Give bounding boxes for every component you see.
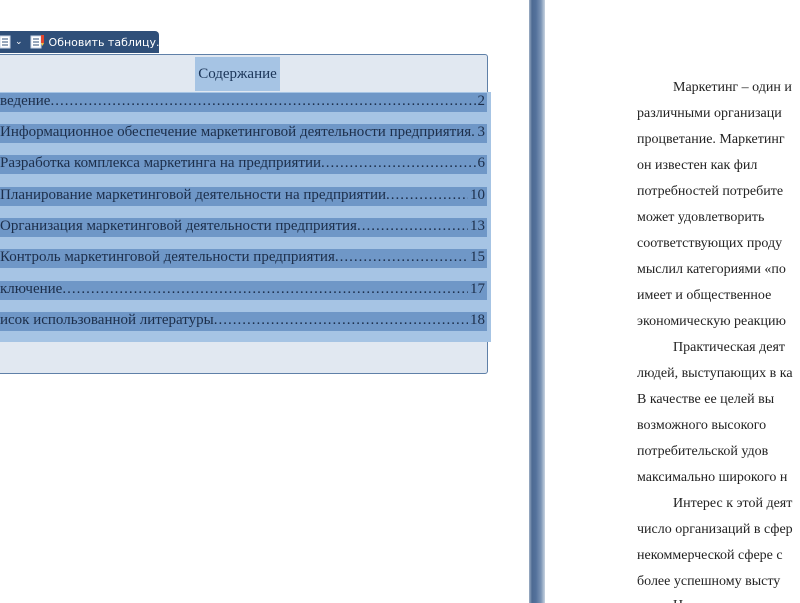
toc-entry-text: ведение xyxy=(0,93,51,109)
toc-leader-dots xyxy=(357,218,468,235)
toc-entry-page: 10 xyxy=(470,187,485,203)
update-table-button[interactable]: Обновить таблицу... xyxy=(49,36,167,49)
toc-entry[interactable]: Информационное обеспечение маркетинговой… xyxy=(0,124,487,143)
body-text-line: число организаций в сфер xyxy=(637,522,793,537)
body-text-line: людей, выступающих в ка xyxy=(637,366,793,381)
toc-entry-page: 6 xyxy=(477,155,486,171)
chevron-down-icon[interactable]: ⌄ xyxy=(15,37,23,47)
body-text-line: различными организаци xyxy=(637,106,782,121)
body-text-line: более успешному высту xyxy=(637,574,781,589)
body-text-line: имеет и общественное xyxy=(637,288,772,303)
page-separator xyxy=(529,0,545,603)
toc-leader-dots xyxy=(386,187,468,204)
body-text-line: Маркетинг – один и xyxy=(673,80,792,95)
toc-entry[interactable]: ведение 2 xyxy=(0,93,487,112)
toc-leader-dots xyxy=(62,281,468,298)
body-text-line: экономическую реакцию xyxy=(637,314,786,329)
body-text-line: может удовлетворить xyxy=(637,210,765,225)
toc-entry-page: 18 xyxy=(470,312,485,328)
toc-entry-page: 3 xyxy=(477,124,486,140)
toc-entry[interactable]: Организация маркетинговой деятельности п… xyxy=(0,218,487,237)
toc-entry-page: 13 xyxy=(470,218,485,234)
toc-toolbar: ⌄ Обновить таблицу... xyxy=(0,31,167,53)
toc-leader-dots xyxy=(214,312,468,329)
toc-menu-button[interactable] xyxy=(0,35,12,49)
toc-title: Содержание xyxy=(195,57,280,91)
body-text-line: потребностей потребите xyxy=(637,184,784,199)
body-text-line: Интерес к этой деят xyxy=(673,496,793,511)
toc-entry[interactable]: Планирование маркетинговой деятельности … xyxy=(0,187,487,206)
body-text-line: В качестве ее целей вы xyxy=(637,392,775,407)
toc-leader-dots xyxy=(50,93,475,110)
toc-entry-text: Контроль маркетинговой деятельности пред… xyxy=(0,249,335,265)
toc-entry-page: 2 xyxy=(477,93,486,109)
body-text-line: он известен как фил xyxy=(637,158,758,173)
body-text-line: некоммерческой сфере с xyxy=(637,548,783,563)
toc-leader-dots xyxy=(321,155,475,172)
body-text-line: Практическая деят xyxy=(673,340,786,355)
toc-entry-text: ключение xyxy=(0,281,63,297)
body-text-line: процветание. Маркетинг xyxy=(637,132,785,147)
toc-entry-text: Информационное обеспечение маркетинговой… xyxy=(0,124,472,140)
toc-entry-text: исок использованной литературы xyxy=(0,312,214,328)
body-text-line: потребительской удов xyxy=(637,444,769,459)
document-page-left: ⌄ Обновить таблицу... Содержание ведение… xyxy=(0,0,529,603)
toc-entry-page: 17 xyxy=(470,281,485,297)
body-text-line: соответствующих проду xyxy=(637,236,783,251)
toc-entry[interactable]: ключение 17 xyxy=(0,281,487,300)
body-text-line: Н xyxy=(673,598,683,603)
body-text-line: возможного высокого xyxy=(637,418,767,433)
toc-entry[interactable]: исок использованной литературы 18 xyxy=(0,312,487,331)
toc-entry-text: Организация маркетинговой деятельности п… xyxy=(0,218,357,234)
update-table-icon xyxy=(30,34,46,50)
toc-entry[interactable]: Контроль маркетинговой деятельности пред… xyxy=(0,249,487,268)
document-icon xyxy=(0,35,11,49)
body-text-line: максимально широкого н xyxy=(637,470,788,485)
toc-entry-text: Разработка комплекса маркетинга на предп… xyxy=(0,155,322,171)
document-page-right: Маркетинг – один и различными организаци… xyxy=(545,0,800,603)
toc-entry[interactable]: Разработка комплекса маркетинга на предп… xyxy=(0,155,487,174)
toc-entry-page: 15 xyxy=(470,249,485,265)
toc-selection: ведение 2 Информационное обеспечение мар… xyxy=(0,92,491,342)
toc-leader-dots xyxy=(335,249,468,266)
toc-entry-text: Планирование маркетинговой деятельности … xyxy=(0,187,387,203)
body-text-line: мыслил категориями «по xyxy=(637,262,786,277)
